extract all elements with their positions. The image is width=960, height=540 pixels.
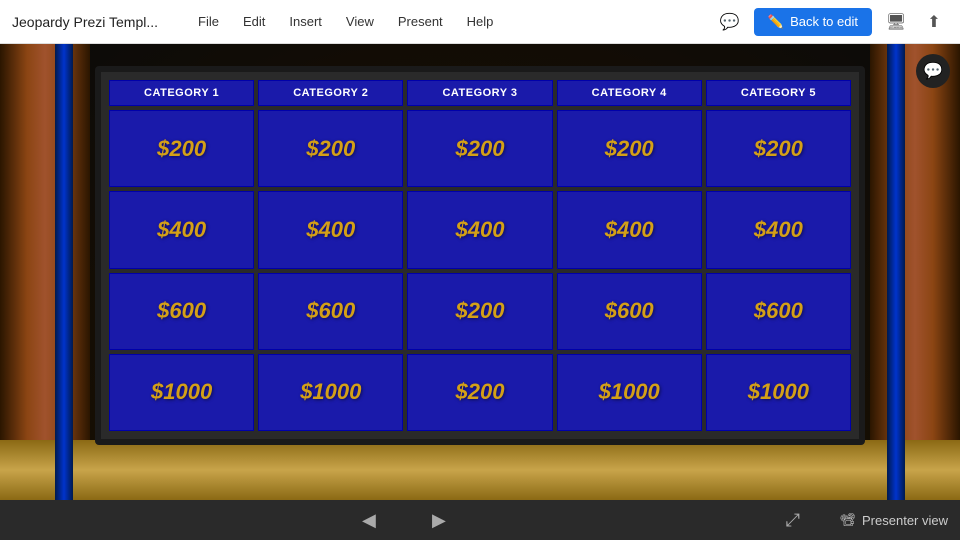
money-cell-r3-c5[interactable]: $600 xyxy=(706,273,851,350)
curtain-left xyxy=(0,44,90,500)
category-cell-1[interactable]: CATEGORY 1 xyxy=(109,80,254,106)
category-cell-5[interactable]: CATEGORY 5 xyxy=(706,80,851,106)
money-cell-r3-c2[interactable]: $600 xyxy=(258,273,403,350)
money-cell-r3-c4[interactable]: $600 xyxy=(557,273,702,350)
pencil-icon: ✏️ xyxy=(768,14,784,30)
presenter-view-label: Presenter view xyxy=(862,513,948,528)
screen-icon[interactable]: 🖥 xyxy=(882,8,910,36)
money-cell-r2-c5[interactable]: $400 xyxy=(706,191,851,268)
category-cell-4[interactable]: CATEGORY 4 xyxy=(557,80,702,106)
next-arrow[interactable]: ▶ xyxy=(420,504,458,537)
metal-bar-left xyxy=(55,44,73,500)
menu-file[interactable]: File xyxy=(188,10,229,33)
money-cell-r1-c5[interactable]: $200 xyxy=(706,110,851,187)
money-cell-r4-c2[interactable]: $1000 xyxy=(258,354,403,431)
navbar: Jeopardy Prezi Templ... File Edit Insert… xyxy=(0,0,960,44)
metal-bar-right xyxy=(887,44,905,500)
money-cell-r4-c3[interactable]: $200 xyxy=(407,354,552,431)
curtain-right xyxy=(870,44,960,500)
jeopardy-grid: CATEGORY 1CATEGORY 2CATEGORY 3CATEGORY 4… xyxy=(109,80,851,431)
bottom-bar: ◀ ▶ 📽 Presenter view ⤢ xyxy=(0,500,960,540)
menu-help[interactable]: Help xyxy=(457,10,504,33)
money-cell-r1-c4[interactable]: $200 xyxy=(557,110,702,187)
board-frame: CATEGORY 1CATEGORY 2CATEGORY 3CATEGORY 4… xyxy=(95,66,865,445)
menu-edit[interactable]: Edit xyxy=(233,10,275,33)
money-cell-r2-c2[interactable]: $400 xyxy=(258,191,403,268)
back-to-edit-button[interactable]: ✏️ Back to edit xyxy=(754,8,872,36)
presenter-view-button[interactable]: 📽 Presenter view xyxy=(840,512,949,528)
money-cell-r2-c1[interactable]: $400 xyxy=(109,191,254,268)
money-cell-r2-c4[interactable]: $400 xyxy=(557,191,702,268)
stage-floor xyxy=(0,440,960,500)
back-to-edit-label: Back to edit xyxy=(790,14,858,29)
comment-icon[interactable]: 💬 xyxy=(716,8,744,36)
money-cell-r4-c5[interactable]: $1000 xyxy=(706,354,851,431)
money-cell-r3-c1[interactable]: $600 xyxy=(109,273,254,350)
money-cell-r3-c3[interactable]: $200 xyxy=(407,273,552,350)
share-icon[interactable]: ⬆ xyxy=(920,8,948,36)
nav-menu: File Edit Insert View Present Help xyxy=(188,10,503,33)
money-cell-r4-c1[interactable]: $1000 xyxy=(109,354,254,431)
nav-right: 💬 ✏️ Back to edit 🖥 ⬆ xyxy=(716,8,948,36)
prev-arrow[interactable]: ◀ xyxy=(350,504,388,537)
main-area: CATEGORY 1CATEGORY 2CATEGORY 3CATEGORY 4… xyxy=(0,44,960,500)
money-cell-r1-c2[interactable]: $200 xyxy=(258,110,403,187)
category-cell-2[interactable]: CATEGORY 2 xyxy=(258,80,403,106)
money-cell-r4-c4[interactable]: $1000 xyxy=(557,354,702,431)
app-title: Jeopardy Prezi Templ... xyxy=(12,14,158,30)
money-cell-r1-c3[interactable]: $200 xyxy=(407,110,552,187)
menu-present[interactable]: Present xyxy=(388,10,453,33)
projector-icon: 📽 xyxy=(840,512,857,528)
money-cell-r2-c3[interactable]: $400 xyxy=(407,191,552,268)
menu-view[interactable]: View xyxy=(336,10,384,33)
menu-insert[interactable]: Insert xyxy=(279,10,332,33)
chat-bubble-icon[interactable]: 💬 xyxy=(916,54,950,88)
category-cell-3[interactable]: CATEGORY 3 xyxy=(407,80,552,106)
money-cell-r1-c1[interactable]: $200 xyxy=(109,110,254,187)
fullscreen-button[interactable]: ⤢ xyxy=(786,510,800,531)
